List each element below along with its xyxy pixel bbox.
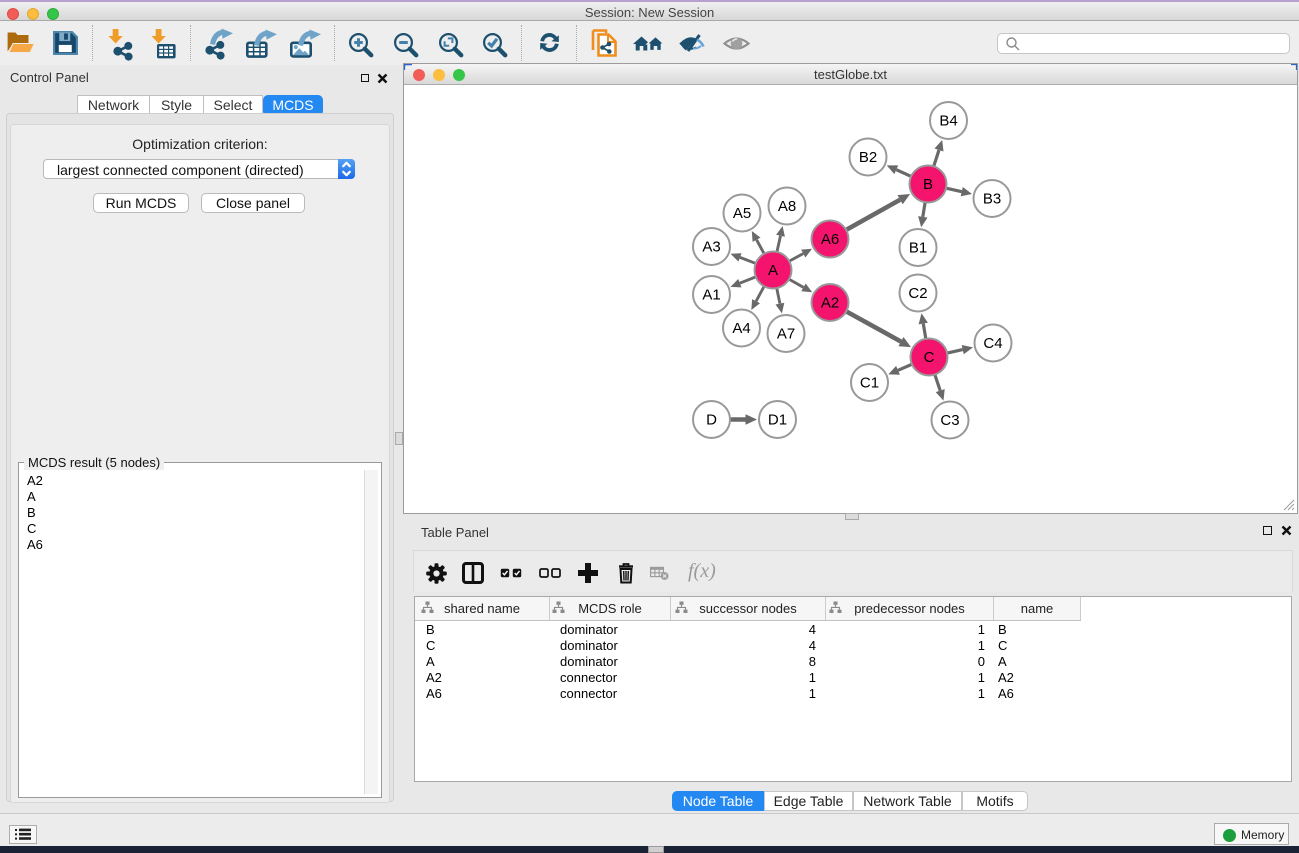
svg-text:A: A	[768, 262, 778, 279]
svg-text:C2: C2	[908, 285, 927, 302]
svg-text:C3: C3	[940, 412, 959, 429]
svg-text:C4: C4	[983, 335, 1002, 352]
svg-text:D: D	[706, 412, 717, 429]
svg-text:A2: A2	[821, 295, 839, 312]
svg-text:A7: A7	[777, 326, 795, 343]
svg-text:A3: A3	[702, 239, 720, 256]
svg-text:A6: A6	[821, 231, 839, 248]
svg-text:C1: C1	[860, 375, 879, 392]
svg-text:B3: B3	[983, 191, 1001, 208]
svg-text:B4: B4	[939, 113, 957, 130]
svg-text:A4: A4	[732, 320, 750, 337]
svg-text:A8: A8	[778, 198, 796, 215]
svg-text:B: B	[923, 176, 933, 193]
svg-text:B1: B1	[909, 240, 927, 257]
svg-text:D1: D1	[768, 412, 787, 429]
svg-text:A1: A1	[702, 287, 720, 304]
svg-text:B2: B2	[859, 149, 877, 166]
svg-text:C: C	[924, 349, 935, 366]
svg-text:A5: A5	[733, 205, 751, 222]
